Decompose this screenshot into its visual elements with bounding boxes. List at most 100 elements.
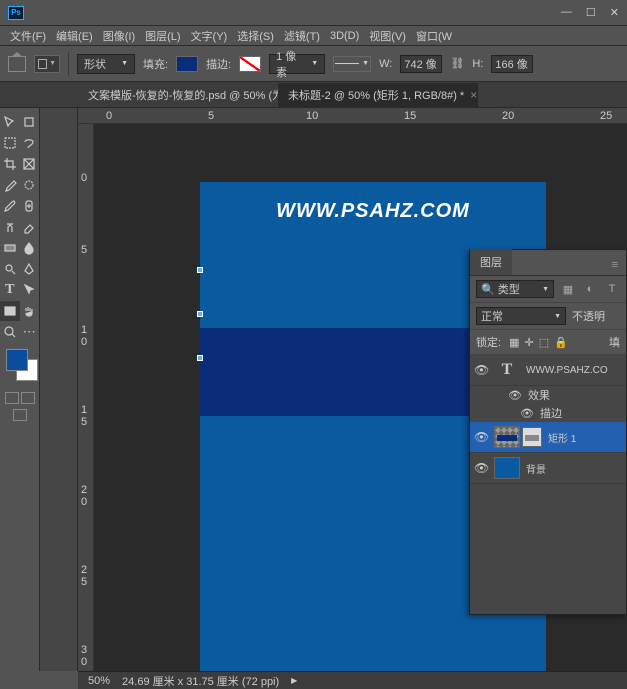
layer-label[interactable]: 背景 [526,461,622,476]
link-wh-icon[interactable]: ⛓ [450,57,464,70]
menu-view[interactable]: 视图(V) [369,28,406,44]
divider [68,52,69,76]
shape-layer-thumb [494,426,520,448]
layer-effect-stroke[interactable]: 👁 描边 [470,404,626,422]
foreground-color[interactable] [6,349,28,371]
pen-tool[interactable] [20,259,40,279]
menu-edit[interactable]: 编辑(E) [56,28,93,44]
layer-effects[interactable]: 👁 效果 [470,386,626,404]
menu-window[interactable]: 窗口(W [416,28,452,44]
move-tool[interactable] [0,112,20,132]
screenmode-icon[interactable] [13,409,27,421]
menu-file[interactable]: 文件(F) [10,28,46,44]
hand-tool[interactable] [20,301,40,321]
blend-mode-dropdown[interactable]: 正常▼ [476,307,566,325]
layer-rect[interactable]: 👁 矩形 1 [470,422,626,453]
toolbox: T ⋯ [0,108,40,671]
status-menu-arrow[interactable]: ▶ [291,676,297,685]
vertical-ruler[interactable]: 0 5 1 0 1 5 2 0 2 5 3 0 [78,124,94,671]
filter-type-icon[interactable]: T [604,281,620,297]
document-tab-1[interactable]: 文案模版-恢复的-恢复的.psd @ 50% (为什么...× [78,83,278,107]
screenmode-row [0,409,39,421]
close-button[interactable]: ✕ [610,6,619,19]
standard-mode-icon[interactable] [5,392,19,404]
document-tab-bar: 文案模版-恢复的-恢复的.psd @ 50% (为什么...× 未标题-2 @ … [0,82,627,108]
panel-collapsed-strip[interactable] [40,108,78,671]
menu-image[interactable]: 图像(I) [103,28,135,44]
quickmask-mode-icon[interactable] [21,392,35,404]
eyedropper-tool[interactable] [0,175,20,195]
menu-3d[interactable]: 3D(D) [330,30,359,42]
marquee-tool[interactable] [0,133,20,153]
filter-adjust-icon[interactable]: ◐ [582,281,598,297]
stroke-width-dropdown[interactable]: 1 像素▼ [269,54,325,74]
menu-select[interactable]: 选择(S) [237,28,274,44]
quick-select-tool[interactable] [20,175,40,195]
maximize-button[interactable]: ☐ [586,6,596,19]
crop-tool[interactable] [0,154,20,174]
path-select-tool[interactable] [20,280,40,300]
minimize-button[interactable]: — [561,6,572,19]
lock-pixels-icon[interactable]: ▦ [509,336,519,349]
width-input[interactable]: 742 像 [400,55,442,73]
lock-all-icon[interactable]: 🔒 [554,336,568,349]
document-dimensions: 24.69 厘米 x 31.75 厘米 (72 ppi) [122,673,279,689]
layer-mask-thumb[interactable] [522,427,542,447]
visibility-toggle[interactable]: 👁 [520,407,534,420]
fill-swatch[interactable] [176,56,198,72]
eraser-tool[interactable] [20,217,40,237]
height-input[interactable]: 166 像 [491,55,533,73]
document-tab-2[interactable]: 未标题-2 @ 50% (矩形 1, RGB/8#) *× [278,83,478,107]
clone-tool[interactable] [0,217,20,237]
stroke-style-dropdown[interactable]: ▼ [333,56,371,72]
layer-label[interactable]: 矩形 1 [548,430,622,445]
visibility-toggle[interactable]: 👁 [474,461,488,475]
lock-row: 锁定: ▦ ✛ ⬚ 🔒 填 [470,330,626,355]
edit-toolbar[interactable]: ⋯ [20,322,40,342]
fill-label: 填充: [143,56,168,72]
menu-filter[interactable]: 滤镜(T) [284,28,320,44]
tool-preset-selector[interactable]: ▼ [34,55,60,73]
lock-position-icon[interactable]: ✛ [524,336,533,349]
shape-mode-dropdown[interactable]: 形状▼ [77,54,135,74]
panel-menu-icon[interactable]: ≡ [604,255,626,275]
status-bar: 50% 24.69 厘米 x 31.75 厘米 (72 ppi) ▶ [78,671,627,689]
close-tab-icon[interactable]: × [470,88,477,102]
visibility-toggle[interactable]: 👁 [474,363,488,377]
transform-handle[interactable] [197,267,203,273]
spot-heal-tool[interactable] [20,196,40,216]
filter-type-dropdown[interactable]: 🔍 类型 ▼ [476,280,554,298]
visibility-toggle[interactable]: 👁 [508,389,522,402]
fill-opacity-label: 填 [609,334,620,350]
opacity-label: 不透明 [572,308,605,324]
zoom-tool[interactable] [0,322,20,342]
home-icon[interactable] [8,56,26,72]
brush-tool[interactable] [0,196,20,216]
options-bar: ▼ 形状▼ 填充: 描边: 1 像素▼ ▼ W: 742 像 ⛓ H: 166 … [0,46,627,82]
artboard-tool[interactable] [20,112,40,132]
zoom-level[interactable]: 50% [88,675,110,687]
gradient-tool[interactable] [0,238,20,258]
dodge-tool[interactable] [0,259,20,279]
type-tool[interactable]: T [0,280,20,300]
menu-layer[interactable]: 图层(L) [145,28,180,44]
layers-tab[interactable]: 图层 [470,249,512,275]
layer-label[interactable]: WWW.PSAHZ.CO [526,365,622,376]
color-swatches [0,349,39,385]
transform-handle[interactable] [197,355,203,361]
visibility-toggle[interactable]: 👁 [474,430,488,444]
frame-tool[interactable] [20,154,40,174]
stroke-swatch[interactable] [239,56,261,72]
blur-tool[interactable] [20,238,40,258]
height-label: H: [472,58,483,70]
layer-background[interactable]: 👁 背景 [470,453,626,484]
lasso-tool[interactable] [20,133,40,153]
quickmask-row [0,392,39,404]
layer-text[interactable]: 👁 T WWW.PSAHZ.CO [470,355,626,386]
horizontal-ruler[interactable]: 0 5 10 15 20 25 [78,108,627,124]
menu-type[interactable]: 文字(Y) [191,28,228,44]
rectangle-tool[interactable] [0,301,20,321]
filter-image-icon[interactable]: ▦ [560,281,576,297]
lock-artboard-icon[interactable]: ⬚ [539,336,549,349]
transform-handle[interactable] [197,311,203,317]
